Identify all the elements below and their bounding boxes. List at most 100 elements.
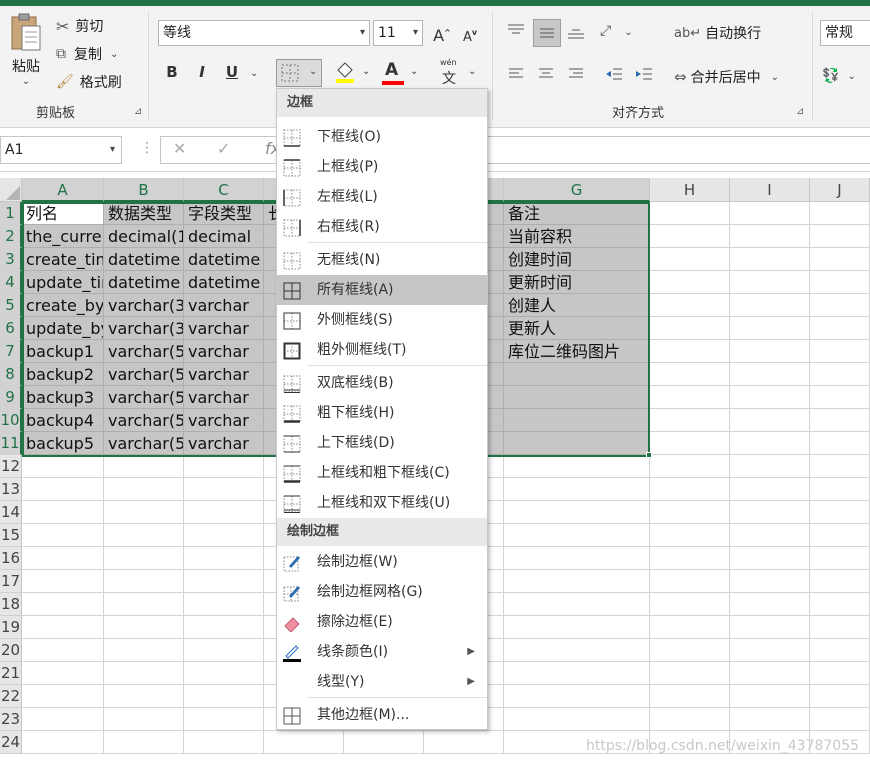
cell-h6[interactable] xyxy=(650,317,730,340)
italic-button[interactable]: I xyxy=(190,60,214,84)
clipboard-dialog-launcher-icon[interactable]: ⊿ xyxy=(134,106,142,117)
cell-j20[interactable] xyxy=(810,639,870,662)
row-header-9[interactable]: 9 xyxy=(0,386,22,409)
menu-item-left-border[interactable]: 左框线(L) xyxy=(277,182,487,212)
cell-i6[interactable] xyxy=(730,317,810,340)
cell-c16[interactable] xyxy=(184,547,264,570)
cell-a23[interactable] xyxy=(22,708,104,731)
cell-i2[interactable] xyxy=(730,225,810,248)
cell-i23[interactable] xyxy=(730,708,810,731)
cell-g17[interactable] xyxy=(504,570,650,593)
cell-i10[interactable] xyxy=(730,409,810,432)
row-header-24[interactable]: 24 xyxy=(0,731,22,754)
cell-i22[interactable] xyxy=(730,685,810,708)
border-chevron-down-icon[interactable]: ⌄ xyxy=(309,66,317,77)
merge-center-button[interactable]: ⇔ 合并后居中 ⌄ xyxy=(674,64,779,90)
cell-g6[interactable]: 更新人 xyxy=(504,317,650,340)
cell-j17[interactable] xyxy=(810,570,870,593)
column-header-a[interactable]: A xyxy=(22,178,104,202)
cell-c7[interactable]: varchar xyxy=(184,340,264,363)
cell-h10[interactable] xyxy=(650,409,730,432)
cell-c17[interactable] xyxy=(184,570,264,593)
cell-j5[interactable] xyxy=(810,294,870,317)
cell-j9[interactable] xyxy=(810,386,870,409)
cell-j2[interactable] xyxy=(810,225,870,248)
grow-font-button[interactable]: A^ xyxy=(430,21,454,45)
cell-i3[interactable] xyxy=(730,248,810,271)
menu-item-all-borders[interactable]: 所有框线(A) xyxy=(277,275,487,305)
formula-input[interactable]: ✕ ✓ fx xyxy=(160,136,870,164)
phonetic-button[interactable]: wén 文 ⌄ xyxy=(438,58,478,88)
cell-j13[interactable] xyxy=(810,478,870,501)
cell-b12[interactable] xyxy=(104,455,184,478)
cell-h13[interactable] xyxy=(650,478,730,501)
row-header-1[interactable]: 1 xyxy=(0,202,22,225)
cell-j19[interactable] xyxy=(810,616,870,639)
cell-h4[interactable] xyxy=(650,271,730,294)
cell-j12[interactable] xyxy=(810,455,870,478)
cell-h20[interactable] xyxy=(650,639,730,662)
cell-b3[interactable]: datetime xyxy=(104,248,184,271)
cell-a15[interactable] xyxy=(22,524,104,547)
align-bottom-button[interactable] xyxy=(566,21,590,45)
cell-c19[interactable] xyxy=(184,616,264,639)
bold-button[interactable]: B xyxy=(160,60,184,84)
cell-g23[interactable] xyxy=(504,708,650,731)
column-header-i[interactable]: I xyxy=(730,178,810,202)
cell-b21[interactable] xyxy=(104,662,184,685)
cell-j16[interactable] xyxy=(810,547,870,570)
cell-h23[interactable] xyxy=(650,708,730,731)
cell-b11[interactable]: varchar(50) xyxy=(104,432,184,455)
cell-h14[interactable] xyxy=(650,501,730,524)
decrease-indent-button[interactable] xyxy=(604,64,628,88)
cell-a19[interactable] xyxy=(22,616,104,639)
cell-b10[interactable]: varchar(50) xyxy=(104,409,184,432)
cell-c24[interactable] xyxy=(184,731,264,754)
format-painter-button[interactable]: 🖌 格式刷 xyxy=(56,70,122,94)
menu-item-top-double-bottom-border[interactable]: 上框线和双下框线(U) xyxy=(277,488,487,518)
cell-g4[interactable]: 更新时间 xyxy=(504,271,650,294)
cell-j10[interactable] xyxy=(810,409,870,432)
cell-h5[interactable] xyxy=(650,294,730,317)
cell-b20[interactable] xyxy=(104,639,184,662)
cell-a16[interactable] xyxy=(22,547,104,570)
cell-i9[interactable] xyxy=(730,386,810,409)
menu-item-bottom-border[interactable]: 下框线(O) xyxy=(277,122,487,152)
row-header-4[interactable]: 4 xyxy=(0,271,22,294)
row-header-11[interactable]: 11 xyxy=(0,432,22,455)
cell-j11[interactable] xyxy=(810,432,870,455)
cell-c13[interactable] xyxy=(184,478,264,501)
cell-j7[interactable] xyxy=(810,340,870,363)
cell-a7[interactable]: backup1 xyxy=(22,340,104,363)
cell-c23[interactable] xyxy=(184,708,264,731)
cell-g13[interactable] xyxy=(504,478,650,501)
row-header-5[interactable]: 5 xyxy=(0,294,22,317)
fill-handle[interactable] xyxy=(646,452,652,458)
cell-b1[interactable]: 数据类型 xyxy=(104,202,184,225)
cell-a18[interactable] xyxy=(22,593,104,616)
font-color-chevron-down-icon[interactable]: ⌄ xyxy=(410,66,418,77)
orientation-chevron-down-icon[interactable]: ⌄ xyxy=(624,27,632,38)
cell-g1[interactable]: 备注 xyxy=(504,202,650,225)
cell-g2[interactable]: 当前容积 xyxy=(504,225,650,248)
cell-c5[interactable]: varchar xyxy=(184,294,264,317)
cell-h18[interactable] xyxy=(650,593,730,616)
cell-b6[interactable]: varchar(32) xyxy=(104,317,184,340)
cell-d24[interactable] xyxy=(264,731,344,754)
menu-item-right-border[interactable]: 右框线(R) xyxy=(277,212,487,242)
shrink-font-button[interactable]: Av xyxy=(458,21,482,45)
cell-i8[interactable] xyxy=(730,363,810,386)
cell-c18[interactable] xyxy=(184,593,264,616)
cell-b14[interactable] xyxy=(104,501,184,524)
cell-h16[interactable] xyxy=(650,547,730,570)
cell-i17[interactable] xyxy=(730,570,810,593)
cell-b24[interactable] xyxy=(104,731,184,754)
cell-a2[interactable]: the_current_volume xyxy=(22,225,104,248)
cell-b19[interactable] xyxy=(104,616,184,639)
cell-i11[interactable] xyxy=(730,432,810,455)
cell-b17[interactable] xyxy=(104,570,184,593)
font-size-combo[interactable]: 11 ▾ xyxy=(373,20,423,46)
cell-c14[interactable] xyxy=(184,501,264,524)
cell-g8[interactable] xyxy=(504,363,650,386)
cell-e24[interactable] xyxy=(344,731,424,754)
